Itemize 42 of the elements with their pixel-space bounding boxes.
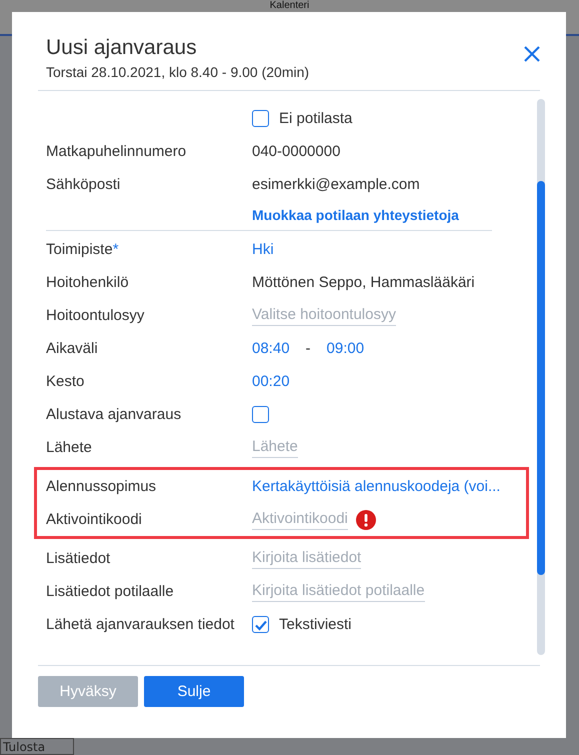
field-label: Aktivointikoodi [46, 511, 142, 528]
field-value[interactable]: Kertakäyttöisiä alennuskoodeja (voi... [252, 478, 500, 495]
field-label: Sähköposti [46, 176, 120, 193]
input-field[interactable]: Lähete [252, 438, 298, 458]
field-value[interactable]: 00:20 [252, 373, 290, 390]
checkbox-label: Tekstiviesti [279, 616, 352, 633]
field-label: Lähetä ajanvarauksen tiedot [46, 616, 234, 633]
field-label: Hoitoontulosyy [46, 307, 144, 324]
field-value: Möttönen Seppo, Hammaslääkäri [252, 274, 475, 291]
field-label: Hoitohenkilö [46, 274, 129, 291]
print-select[interactable]: Tulosta [0, 738, 74, 755]
field-label: Kesto [46, 373, 84, 390]
range-separator: - [306, 340, 311, 357]
input-field[interactable]: Kirjoita lisätiedot [252, 548, 362, 568]
scrollbar[interactable] [537, 99, 545, 655]
edit-contact-link[interactable]: Muokkaa potilaan yhteystietoja [252, 206, 459, 222]
checkbox[interactable] [252, 110, 269, 127]
input-field[interactable]: Aktivointikoodi [252, 510, 348, 530]
field-label: Toimipiste* [46, 241, 119, 258]
checkbox[interactable] [252, 616, 269, 633]
dialog-title: Uusi ajanvaraus [46, 36, 198, 60]
checkbox-label: Ei potilasta [279, 110, 352, 127]
field-label: Alennussopimus [46, 478, 156, 495]
field-label: Lähete [46, 439, 92, 456]
page-title: Kalenteri [270, 0, 310, 13]
field-value[interactable]: Hki [252, 241, 274, 258]
checkbox[interactable] [252, 406, 269, 423]
end-time[interactable]: 09:00 [326, 340, 364, 357]
field-value: esimerkki@example.com [252, 176, 420, 193]
field-value: 040-0000000 [252, 143, 340, 160]
start-time[interactable]: 08:40 [252, 340, 290, 357]
scrollbar-thumb[interactable] [537, 181, 545, 575]
field-label: Lisätiedot [46, 550, 110, 567]
field-label: Aikaväli [46, 340, 98, 357]
close-button[interactable]: Sulje [144, 676, 244, 707]
input-field[interactable]: Kirjoita lisätiedot potilaalle [252, 582, 425, 602]
field-label: Lisätiedot potilaalle [46, 583, 174, 600]
input-field[interactable]: Valitse hoitoontulosyy [252, 306, 396, 326]
field-label: Alustava ajanvaraus [46, 406, 182, 423]
close-icon[interactable] [524, 46, 540, 62]
dialog-subtitle: Torstai 28.10.2021, klo 8.40 - 9.00 (20min) [46, 64, 310, 80]
field-label: Matkapuhelinnumero [46, 143, 186, 160]
